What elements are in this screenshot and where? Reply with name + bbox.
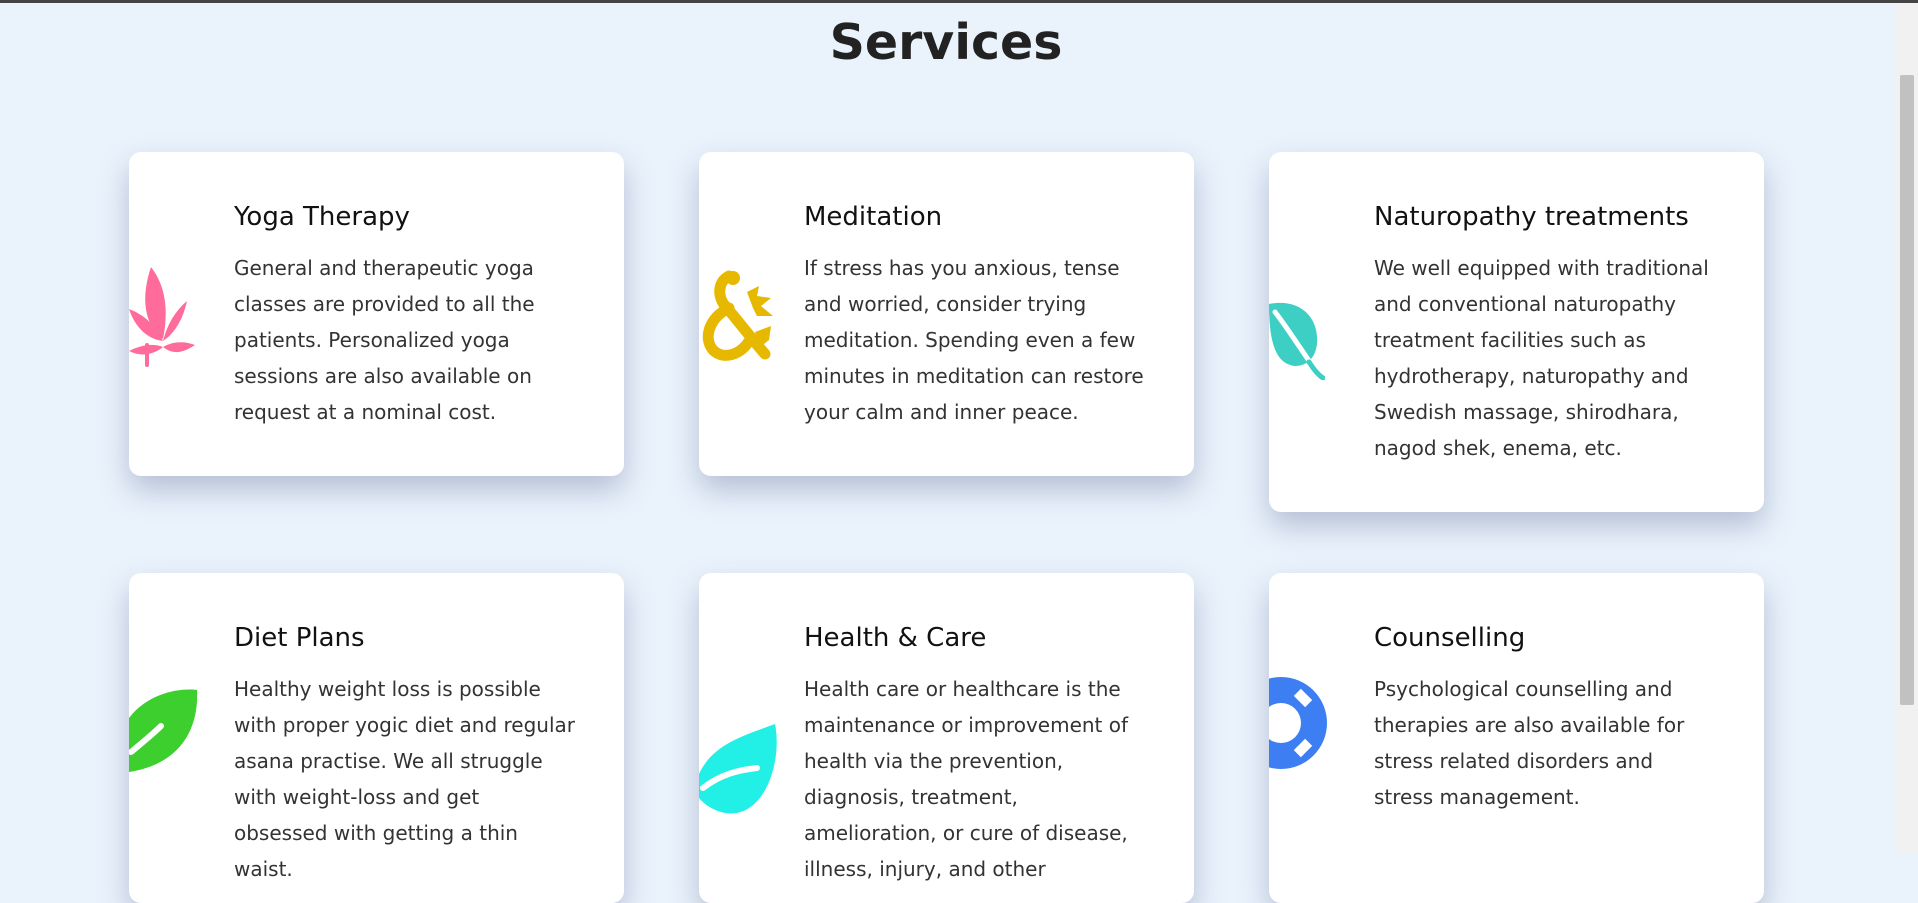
service-card-naturopathy: Naturopathy treatments We well equipped … bbox=[1269, 152, 1764, 512]
life-ring-icon bbox=[1269, 677, 1327, 769]
card-description: General and therapeutic yoga classes are… bbox=[234, 256, 535, 424]
page-title: Services bbox=[829, 14, 1063, 71]
window-top-border bbox=[0, 0, 1918, 3]
cannabis-leaf-icon bbox=[129, 267, 195, 367]
card-description: We well equipped with traditional and co… bbox=[1374, 256, 1709, 460]
card-description: Psychological counselling and therapies … bbox=[1374, 677, 1685, 809]
card-title: Counselling bbox=[1374, 623, 1526, 653]
service-card-diet-plans: Diet Plans Healthy weight loss is possib… bbox=[129, 573, 624, 903]
feather-leaf-icon bbox=[129, 689, 198, 772]
vertical-scrollbar[interactable] bbox=[1896, 3, 1918, 853]
card-description: If stress has you anxious, tense and wor… bbox=[804, 256, 1144, 424]
card-title: Naturopathy treatments bbox=[1374, 202, 1689, 232]
service-card-counselling: Counselling Psychological counselling an… bbox=[1269, 573, 1764, 903]
service-card-health-care: Health & Care Health care or healthcare … bbox=[699, 573, 1194, 903]
scrollbar-thumb[interactable] bbox=[1900, 75, 1914, 705]
card-title: Yoga Therapy bbox=[234, 202, 410, 232]
card-description: Healthy weight loss is possible with pro… bbox=[234, 677, 575, 881]
service-card-yoga-therapy: Yoga Therapy General and therapeutic yog… bbox=[129, 152, 624, 476]
leaf-icon bbox=[699, 724, 777, 814]
dragon-ampersand-icon bbox=[702, 270, 773, 361]
card-title: Meditation bbox=[804, 202, 943, 232]
card-title: Diet Plans bbox=[234, 623, 365, 653]
card-description: Health care or healthcare is the mainten… bbox=[804, 677, 1129, 881]
leaf-icon bbox=[1269, 302, 1325, 380]
service-card-meditation: Meditation If stress has you anxious, te… bbox=[699, 152, 1194, 476]
card-title: Health & Care bbox=[804, 623, 987, 653]
